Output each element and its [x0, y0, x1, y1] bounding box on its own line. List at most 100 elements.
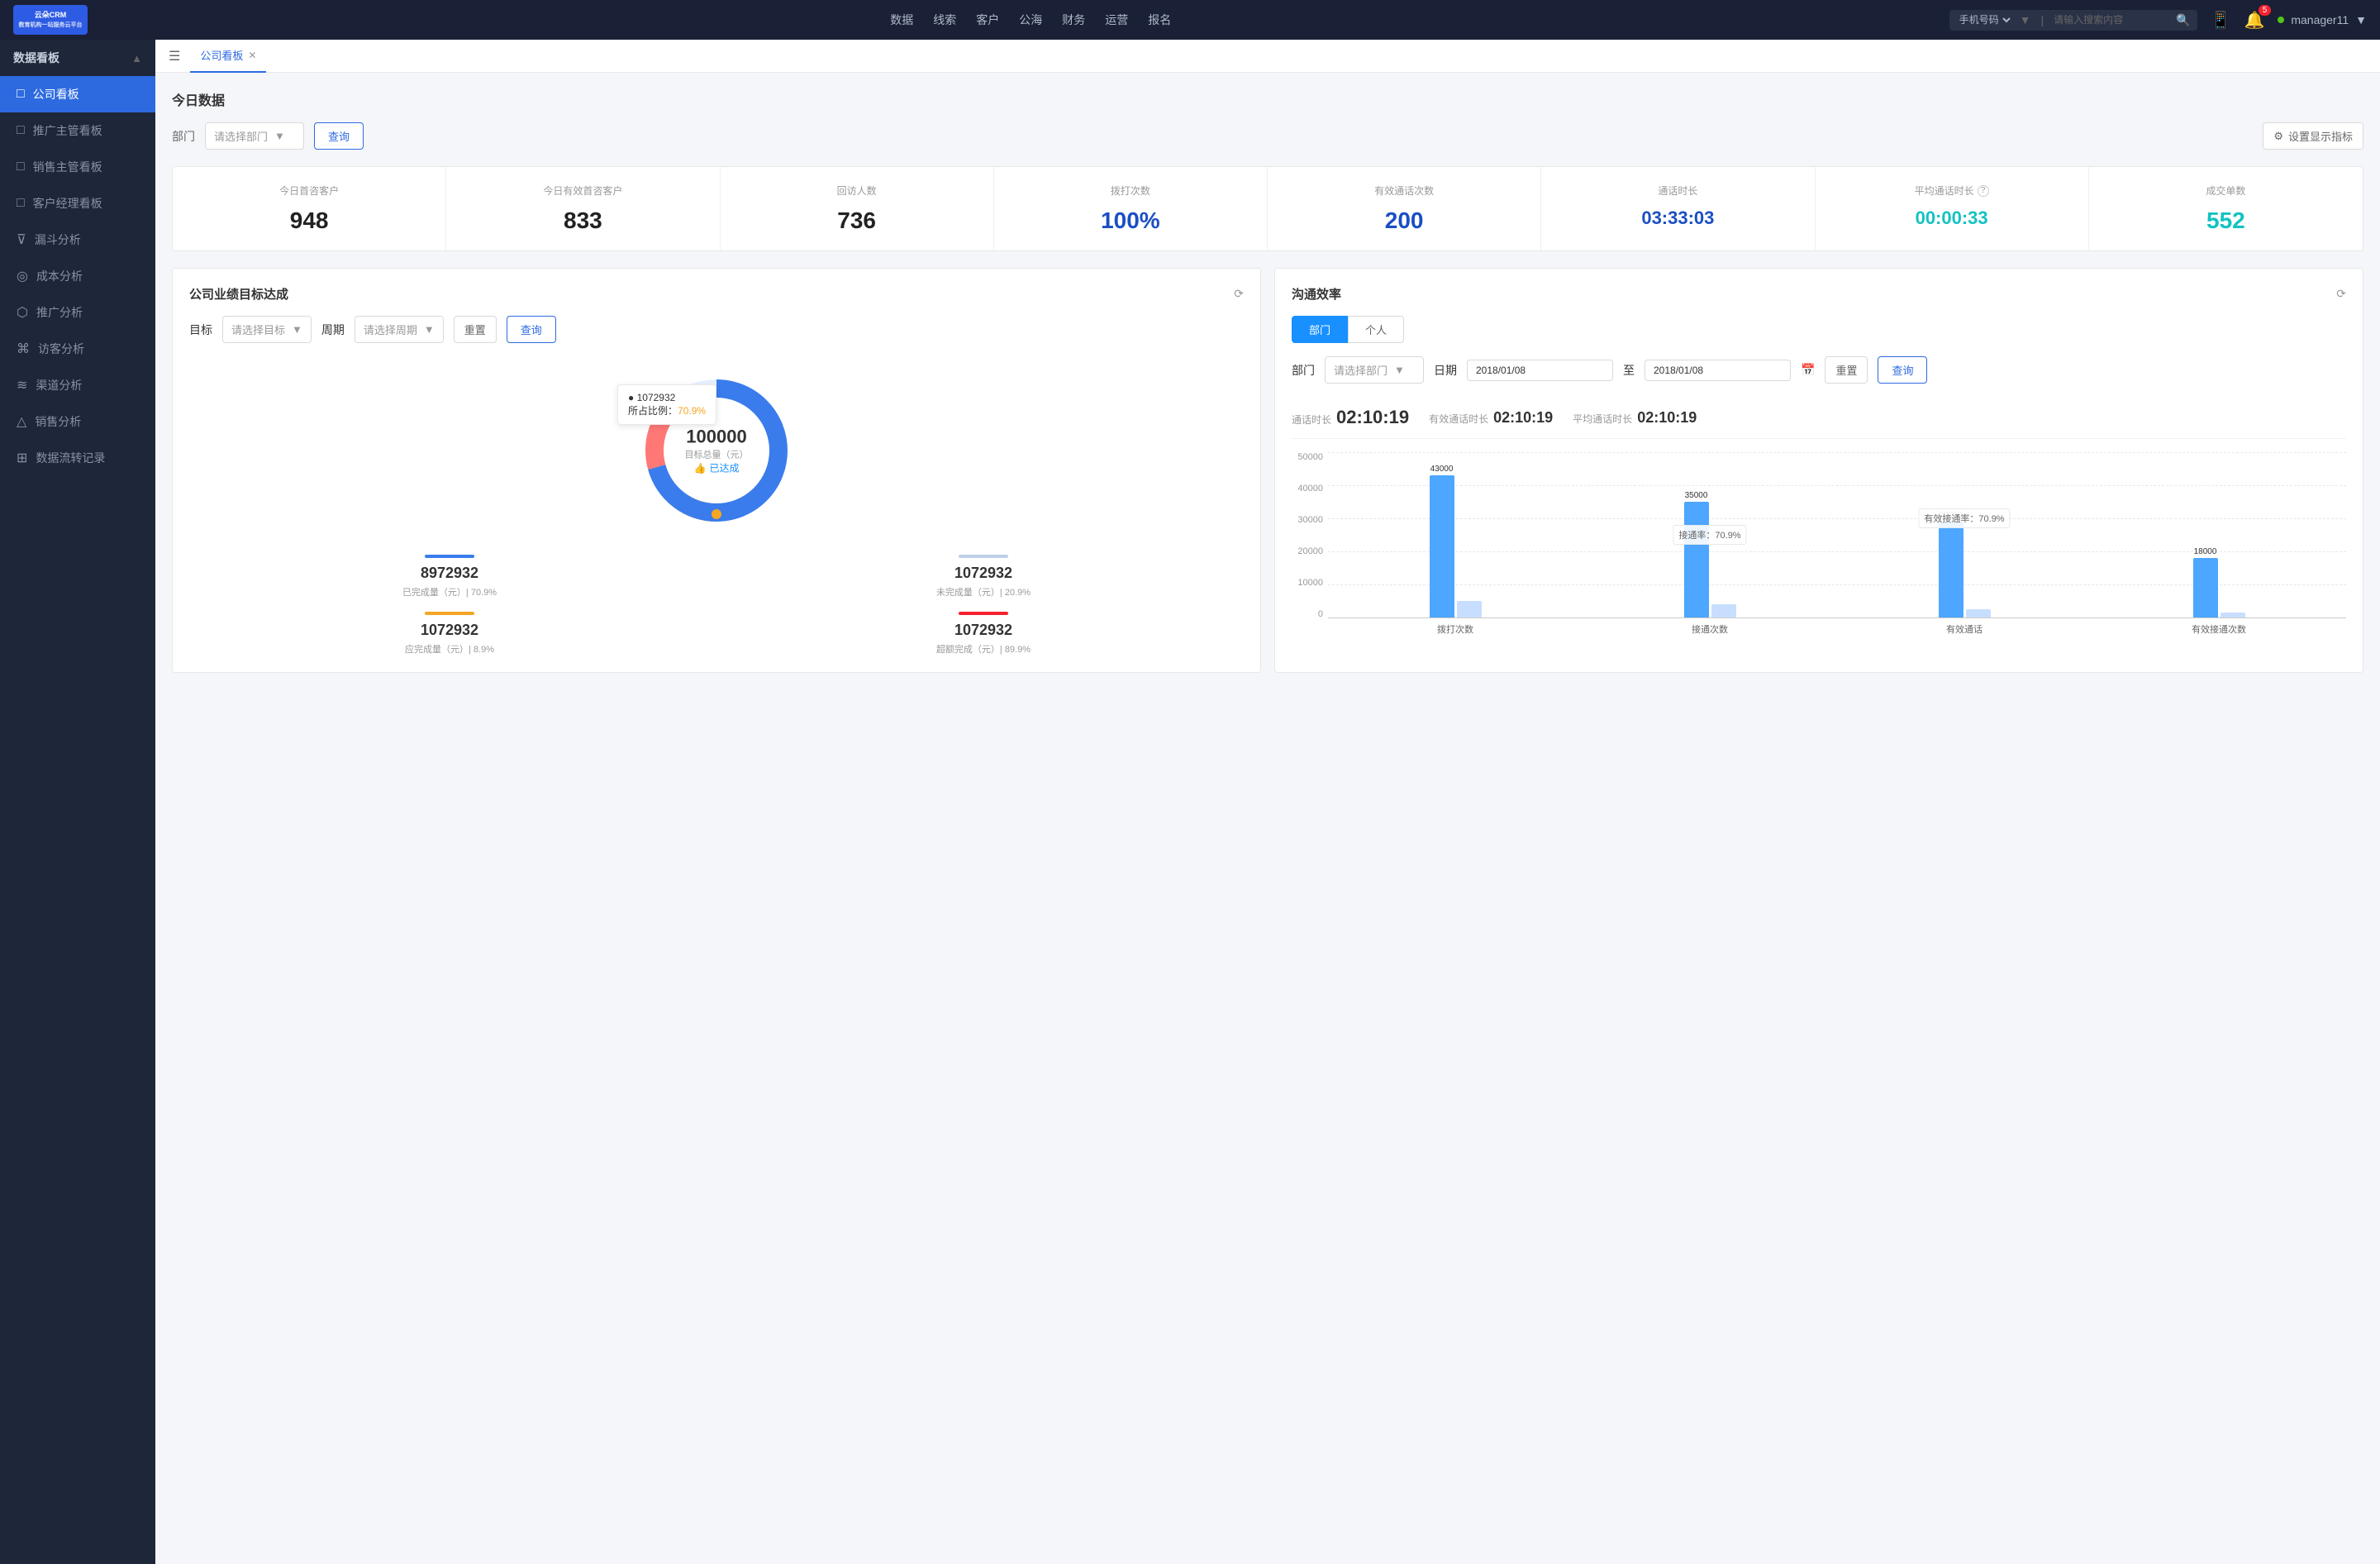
sidebar-item-sales-mgr[interactable]: □ 销售主管看板	[0, 149, 155, 185]
user-profile[interactable]: manager11 ▼	[2278, 13, 2367, 26]
bar-connect-main	[1684, 502, 1709, 617]
target-select[interactable]: 请选择目标 ▼	[222, 316, 312, 343]
nav-finance[interactable]: 财务	[1062, 8, 1085, 31]
stat-value-3: 100%	[1007, 207, 1254, 234]
sidebar-item-funnel[interactable]: ⊽ 漏斗分析	[0, 222, 155, 258]
chart-bars-area: 43000 0	[1328, 452, 2346, 642]
sales-mgr-icon: □	[17, 160, 25, 174]
bars-grid: 43000 0	[1328, 452, 2346, 617]
sales-icon: △	[17, 413, 26, 430]
tooltip-percent: 70.9%	[678, 405, 706, 417]
goal-card-header: 公司业绩目标达成 ⟳	[189, 285, 1244, 303]
sidebar: 数据看板 ▲ □ 公司看板 □ 推广主管看板 □ 销售主管看板 □ 客户经理看板…	[0, 40, 155, 1564]
filter-left: 部门 请选择部门 ▼ 查询	[172, 122, 364, 150]
comm-query-btn[interactable]: 查询	[1878, 356, 1927, 384]
notification-icon[interactable]: 🔔 5	[2244, 10, 2264, 31]
bar-item-effective-light: 0	[1966, 598, 1991, 617]
dept-select[interactable]: 请选择部门 ▼	[205, 122, 304, 150]
bar-item-dial-main: 43000	[1430, 465, 1454, 617]
goal-query-btn[interactable]: 查询	[507, 316, 556, 343]
sidebar-item-label: 客户经理看板	[33, 195, 102, 212]
bar-item-connect-main: 35000	[1684, 491, 1709, 617]
tab-label: 公司看板	[200, 47, 243, 63]
nav-customers[interactable]: 客户	[976, 8, 999, 31]
goal-reset-btn[interactable]: 重置	[454, 316, 497, 343]
sidebar-item-account-mgr[interactable]: □ 客户经理看板	[0, 185, 155, 222]
user-dropdown-arrow[interactable]: ▼	[2355, 13, 2367, 26]
effective-duration-label: 有效通话时长	[1429, 412, 1488, 426]
nav-data[interactable]: 数据	[890, 8, 913, 31]
comm-tab-group: 部门 个人	[1292, 316, 2346, 343]
sidebar-item-cost[interactable]: ◎ 成本分析	[0, 258, 155, 294]
y-label-10000: 10000	[1292, 578, 1323, 588]
sidebar-item-label: 漏斗分析	[35, 231, 81, 248]
stat-revisit: 回访人数 736	[721, 167, 994, 250]
comm-date-to[interactable]	[1645, 360, 1791, 381]
nav-menu: 数据 线索 客户 公海 财务 运营 报名	[112, 8, 1949, 31]
calendar-icon[interactable]: 📅	[1801, 363, 1815, 377]
comm-date-from[interactable]	[1467, 360, 1613, 381]
sidebar-item-channel[interactable]: ≋ 渠道分析	[0, 367, 155, 403]
nav-operations[interactable]: 运营	[1105, 8, 1128, 31]
donut-achieved-badge: 👍 已达成	[685, 461, 749, 475]
donut-chart-area: ● 1072932 所占比例：70.9%	[189, 360, 1244, 541]
effective-rate-annotation: 有效接通率：70.9%	[1918, 508, 2010, 528]
comm-refresh-icon[interactable]: ⟳	[2336, 287, 2346, 301]
search-type-select[interactable]: 手机号码	[1956, 13, 2013, 26]
logo: 云朵CRM教育机构一站服务云平台	[13, 5, 112, 35]
sidebar-toggle-icon[interactable]: ☰	[169, 48, 180, 64]
top-navigation: 云朵CRM教育机构一站服务云平台 数据 线索 客户 公海 财务 运营 报名 手机…	[0, 0, 2380, 40]
comm-dept-arrow: ▼	[1394, 364, 1405, 376]
comm-tab-person[interactable]: 个人	[1348, 316, 1404, 343]
avg-duration-help-icon[interactable]: ?	[1978, 185, 1989, 197]
period-select[interactable]: 请选择周期 ▼	[355, 316, 444, 343]
period-arrow: ▼	[424, 323, 435, 336]
completed-value: 8972932	[189, 565, 710, 582]
comm-tab-dept[interactable]: 部门	[1292, 316, 1348, 343]
target-placeholder: 请选择目标	[231, 322, 285, 337]
effective-duration-value: 02:10:19	[1493, 409, 1553, 427]
sidebar-item-sales[interactable]: △ 销售分析	[0, 403, 155, 440]
search-input[interactable]	[2054, 14, 2169, 26]
today-query-btn[interactable]: 查询	[314, 122, 364, 150]
tab-close-icon[interactable]: ✕	[248, 50, 256, 61]
nav-public-pool[interactable]: 公海	[1019, 8, 1042, 31]
sidebar-item-marketing[interactable]: ⬡ 推广分析	[0, 294, 155, 331]
two-col-section: 公司业绩目标达成 ⟳ 目标 请选择目标 ▼ 周期 请选择周期 ▼	[172, 268, 2363, 673]
stat-effective-calls: 有效通话次数 200	[1268, 167, 1541, 250]
sidebar-item-visitor[interactable]: ⌘ 访客分析	[0, 331, 155, 367]
comm-dept-label: 部门	[1292, 362, 1315, 379]
sidebar-item-company-board[interactable]: □ 公司看板	[0, 76, 155, 112]
goal-refresh-icon[interactable]: ⟳	[1234, 287, 1244, 301]
goal-filters: 目标 请选择目标 ▼ 周期 请选择周期 ▼ 重置 查询	[189, 316, 1244, 343]
page-content: 今日数据 部门 请选择部门 ▼ 查询 ⚙ 设置显示指标	[155, 73, 2380, 689]
comm-stats-row: 通话时长 02:10:19 有效通话时长 02:10:19 平均通话时长 02:…	[1292, 397, 2346, 439]
settings-display-btn[interactable]: ⚙ 设置显示指标	[2263, 122, 2363, 150]
stat-value-5: 03:33:03	[1554, 207, 1801, 229]
should-complete-bar	[425, 612, 474, 615]
sidebar-item-marketing-mgr[interactable]: □ 推广主管看板	[0, 112, 155, 149]
bar-connect-light	[1711, 604, 1736, 617]
bar-value-43000: 43000	[1430, 465, 1454, 474]
sidebar-item-label: 渠道分析	[36, 377, 82, 393]
dept-placeholder: 请选择部门	[214, 128, 268, 144]
goal-achievement-card: 公司业绩目标达成 ⟳ 目标 请选择目标 ▼ 周期 请选择周期 ▼	[172, 268, 1261, 673]
y-label-50000: 50000	[1292, 452, 1323, 462]
mobile-icon[interactable]: 📱	[2211, 10, 2231, 31]
tab-company-board[interactable]: 公司看板 ✕	[190, 40, 266, 73]
search-icon[interactable]: 🔍	[2176, 13, 2190, 27]
y-label-0: 0	[1292, 609, 1323, 619]
communication-card: 沟通效率 ⟳ 部门 个人 部门 请选择部门 ▼ 日期	[1274, 268, 2363, 673]
period-label: 周期	[321, 322, 345, 338]
settings-label: 设置显示指标	[2288, 128, 2353, 144]
nav-leads[interactable]: 线索	[933, 8, 956, 31]
stat-label-6: 平均通话时长 ?	[1829, 184, 2075, 198]
comm-reset-btn[interactable]: 重置	[1825, 356, 1868, 384]
comm-dept-select[interactable]: 请选择部门 ▼	[1325, 356, 1424, 384]
today-filter-row: 部门 请选择部门 ▼ 查询 ⚙ 设置显示指标	[172, 122, 2363, 150]
nav-enrollment[interactable]: 报名	[1148, 8, 1171, 31]
sidebar-item-data-transfer[interactable]: ⊞ 数据流转记录	[0, 440, 155, 476]
bar-group-dial: 43000 0	[1328, 452, 1583, 617]
sidebar-collapse-icon[interactable]: ▲	[131, 52, 142, 64]
stat-label-5: 通话时长	[1554, 184, 1801, 198]
